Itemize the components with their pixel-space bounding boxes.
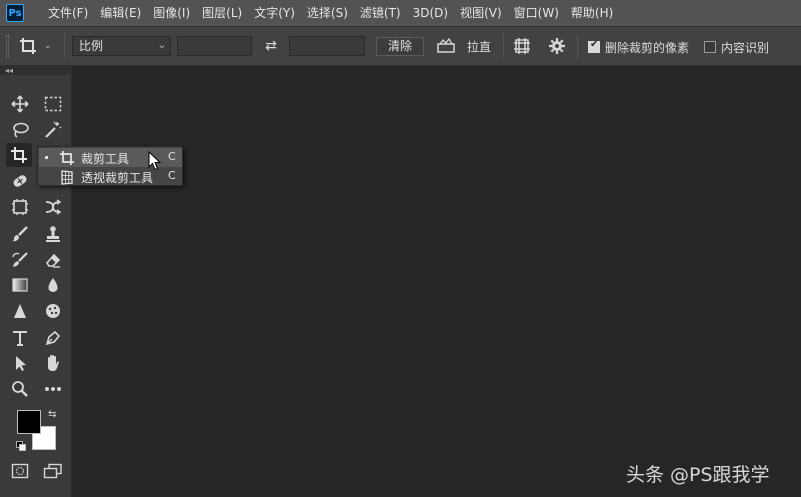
crop-icon bbox=[60, 151, 74, 165]
straighten-icon[interactable] bbox=[436, 37, 456, 55]
ratio-select-value: 比例 bbox=[79, 39, 104, 53]
chevron-down-icon: ⌄ bbox=[44, 41, 52, 51]
healing-brush-icon[interactable] bbox=[7, 169, 33, 193]
photoshop-logo-icon[interactable]: Ps bbox=[6, 4, 24, 22]
document-canvas-area[interactable] bbox=[73, 66, 801, 497]
screen-mode-icon[interactable] bbox=[40, 459, 66, 483]
gear-icon[interactable] bbox=[548, 37, 566, 55]
swap-colors-icon[interactable]: ⇆ bbox=[48, 409, 56, 420]
straighten-label[interactable]: 拉直 bbox=[467, 38, 491, 55]
delete-cropped-checkbox[interactable] bbox=[588, 39, 600, 53]
content-aware-label[interactable]: 内容识别 bbox=[721, 39, 769, 56]
clear-button[interactable]: 清除 bbox=[376, 37, 424, 56]
flyout-item-label: 透视裁剪工具 bbox=[81, 171, 154, 185]
options-bar: ⌄ 比例 ⌄ ⇄ 清除 拉直 删除裁剪的像素 内容识别 bbox=[0, 26, 801, 66]
menu-type[interactable]: 文字(Y) bbox=[248, 0, 301, 26]
height-input[interactable] bbox=[289, 36, 365, 56]
crop-icon bbox=[20, 38, 36, 54]
menu-bar: Ps 文件(F) 编辑(E) 图像(I) 图层(L) 文字(Y) 选择(S) 滤… bbox=[0, 0, 801, 26]
selected-indicator bbox=[45, 156, 48, 159]
menu-layer[interactable]: 图层(L) bbox=[196, 0, 248, 26]
frame-tool-icon[interactable] bbox=[7, 195, 33, 219]
gradient-icon[interactable] bbox=[7, 273, 33, 297]
menu-view[interactable]: 视图(V) bbox=[454, 0, 508, 26]
ratio-select[interactable]: 比例 ⌄ bbox=[72, 36, 171, 56]
path-selection-icon[interactable] bbox=[7, 351, 33, 375]
menu-edit[interactable]: 编辑(E) bbox=[94, 0, 147, 26]
collapse-panel-icon[interactable]: ◂◂ bbox=[0, 66, 72, 75]
swap-dimensions-icon[interactable]: ⇄ bbox=[262, 36, 280, 56]
eraser-icon[interactable] bbox=[40, 248, 66, 272]
more-tools-icon[interactable] bbox=[40, 377, 66, 401]
menu-help[interactable]: 帮助(H) bbox=[565, 0, 619, 26]
width-input[interactable] bbox=[177, 36, 252, 56]
flyout-item-shortcut: C bbox=[168, 150, 176, 163]
chevron-down-icon: ⌄ bbox=[157, 40, 166, 51]
rectangular-marquee-icon[interactable] bbox=[40, 92, 66, 116]
tools-panel: ◂◂ ⇆ bbox=[0, 66, 72, 497]
flyout-item-shortcut: C bbox=[168, 169, 176, 182]
history-brush-icon[interactable] bbox=[7, 248, 33, 272]
delete-cropped-label[interactable]: 删除裁剪的像素 bbox=[605, 39, 689, 56]
type-tool-icon[interactable] bbox=[7, 326, 33, 350]
menu-image[interactable]: 图像(I) bbox=[147, 0, 196, 26]
tool-preset-picker[interactable]: ⌄ bbox=[18, 35, 60, 57]
sponge-icon[interactable] bbox=[40, 299, 66, 323]
lasso-icon[interactable] bbox=[7, 118, 33, 142]
menu-3d[interactable]: 3D(D) bbox=[407, 0, 454, 26]
menu-file[interactable]: 文件(F) bbox=[42, 0, 94, 26]
content-aware-checkbox[interactable] bbox=[704, 41, 716, 53]
divider bbox=[577, 34, 578, 58]
divider bbox=[64, 34, 65, 58]
foreground-color-swatch[interactable] bbox=[17, 410, 41, 434]
quick-mask-icon[interactable] bbox=[7, 459, 33, 483]
pen-tool-icon[interactable] bbox=[40, 326, 66, 350]
menu-filter[interactable]: 滤镜(T) bbox=[354, 0, 407, 26]
sharpen-icon[interactable] bbox=[7, 299, 33, 323]
mouse-cursor-icon bbox=[148, 151, 162, 171]
brush-icon[interactable] bbox=[7, 222, 33, 246]
content-aware-move-icon[interactable] bbox=[40, 195, 66, 219]
menu-window[interactable]: 窗口(W) bbox=[508, 0, 565, 26]
menu-select[interactable]: 选择(S) bbox=[301, 0, 354, 26]
perspective-crop-icon bbox=[61, 170, 73, 185]
hand-icon[interactable] bbox=[40, 351, 66, 375]
watermark-text: 头条 @PS跟我学 bbox=[626, 464, 770, 486]
options-bar-grip[interactable] bbox=[6, 35, 9, 57]
overlay-grid-icon[interactable] bbox=[513, 37, 531, 55]
zoom-icon[interactable] bbox=[7, 377, 33, 401]
blur-drop-icon[interactable] bbox=[40, 273, 66, 297]
move-tool-icon[interactable] bbox=[7, 92, 33, 116]
crop-tool-icon[interactable] bbox=[6, 143, 32, 167]
divider bbox=[503, 34, 504, 58]
default-colors-icon[interactable] bbox=[16, 440, 26, 451]
magic-wand-icon[interactable] bbox=[40, 118, 66, 142]
clone-stamp-icon[interactable] bbox=[40, 222, 66, 246]
flyout-item-label: 裁剪工具 bbox=[81, 152, 130, 166]
